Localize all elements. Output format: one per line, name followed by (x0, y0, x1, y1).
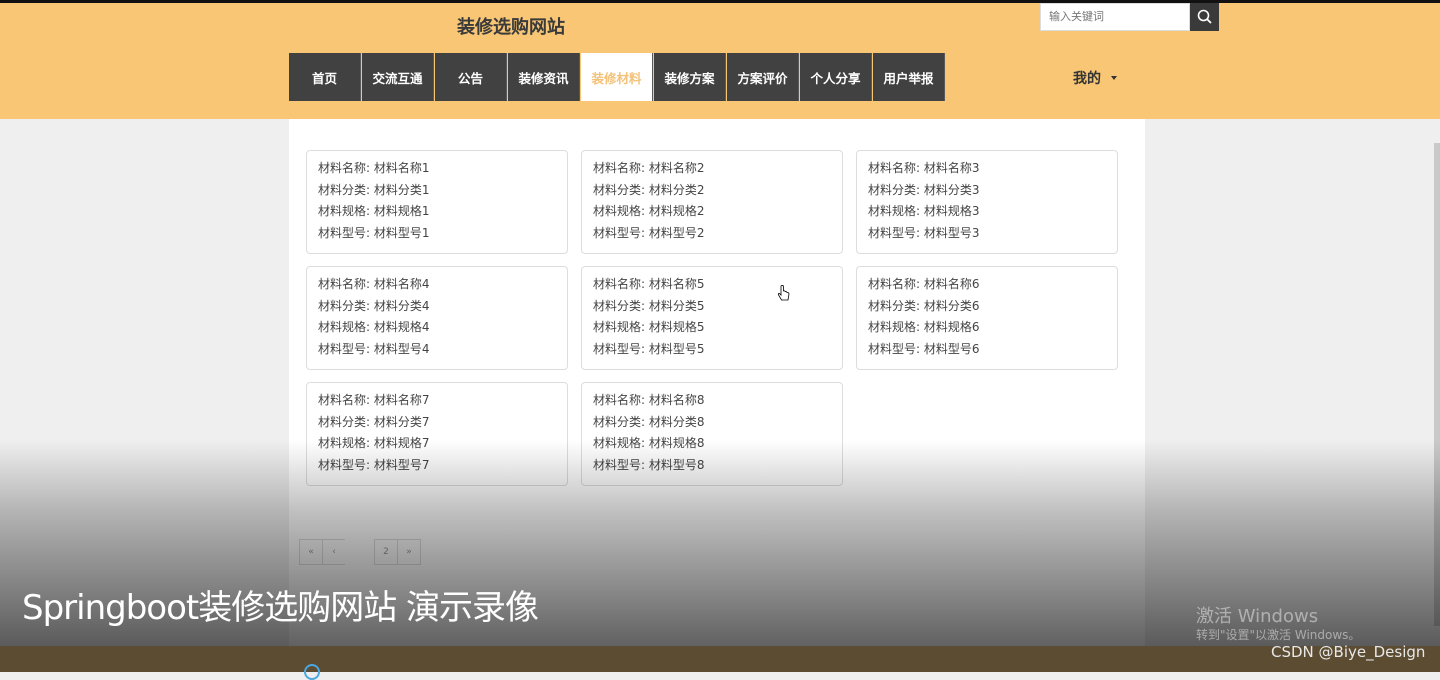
material-card[interactable]: 材料名称: 材料名称3 材料分类: 材料分类3 材料规格: 材料规格3 材料型号… (856, 150, 1118, 254)
material-spec: 材料规格: 材料规格6 (868, 320, 980, 335)
nav-item-home[interactable]: 首页 (289, 53, 361, 101)
page-number-button[interactable]: 2 (374, 539, 398, 565)
material-spec: 材料规格: 材料规格8 (593, 436, 705, 451)
material-name: 材料名称: 材料名称7 (318, 393, 430, 407)
material-category: 材料分类: 材料分类6 (868, 298, 980, 313)
material-card[interactable]: 材料名称: 材料名称6 材料分类: 材料分类6 材料规格: 材料规格6 材料型号… (856, 266, 1118, 370)
credit-watermark: CSDN @Biye_Design (1271, 643, 1426, 661)
nav-item-forum[interactable]: 交流互通 (362, 53, 434, 101)
material-category: 材料分类: 材料分类4 (318, 298, 430, 313)
material-name: 材料名称: 材料名称2 (593, 161, 705, 175)
pagination-gap (345, 539, 375, 565)
prev-page-button[interactable]: ‹ (322, 539, 346, 565)
first-page-button[interactable]: « (299, 539, 323, 565)
windows-activation-title: 激活 Windows (1196, 606, 1319, 627)
material-category: 材料分类: 材料分类8 (593, 414, 705, 429)
material-model: 材料型号: 材料型号3 (868, 226, 980, 241)
material-spec: 材料规格: 材料规格1 (318, 204, 430, 219)
my-account-menu[interactable]: 我的 (1073, 68, 1117, 88)
next-page-button[interactable]: » (397, 539, 421, 565)
scrollbar[interactable] (1434, 143, 1440, 626)
video-title: Springboot装修选购网站 演示录像 (22, 588, 539, 628)
nav-item-news[interactable]: 装修资讯 (508, 53, 580, 101)
my-account-label: 我的 (1073, 71, 1101, 87)
pagination: « ‹ 2 » (299, 539, 421, 565)
material-spec: 材料规格: 材料规格5 (593, 320, 705, 335)
material-name: 材料名称: 材料名称8 (593, 393, 705, 407)
material-model: 材料型号: 材料型号5 (593, 342, 705, 357)
nav-item-sharing[interactable]: 个人分享 (800, 53, 872, 101)
material-card[interactable]: 材料名称: 材料名称4 材料分类: 材料分类4 材料规格: 材料规格4 材料型号… (306, 266, 568, 370)
material-card[interactable]: 材料名称: 材料名称5 材料分类: 材料分类5 材料规格: 材料规格5 材料型号… (581, 266, 843, 370)
material-card[interactable]: 材料名称: 材料名称2 材料分类: 材料分类2 材料规格: 材料规格2 材料型号… (581, 150, 843, 254)
material-model: 材料型号: 材料型号6 (868, 342, 980, 357)
material-name: 材料名称: 材料名称6 (868, 277, 980, 291)
material-model: 材料型号: 材料型号1 (318, 226, 430, 241)
windows-activation-hint: 转到"设置"以激活 Windows。 (1196, 628, 1361, 642)
nav-item-plan-reviews[interactable]: 方案评价 (727, 53, 799, 101)
material-name: 材料名称: 材料名称3 (868, 161, 980, 175)
material-spec: 材料规格: 材料规格2 (593, 204, 705, 219)
nav-item-notice[interactable]: 公告 (435, 53, 507, 101)
material-category: 材料分类: 材料分类7 (318, 414, 430, 429)
nav-item-plans[interactable]: 装修方案 (654, 53, 726, 101)
main-nav: 首页 交流互通 公告 装修资讯 装修材料 装修方案 方案评价 个人分享 用户举报 (289, 53, 945, 101)
search-button[interactable] (1190, 3, 1219, 31)
hand-pointer-icon (777, 285, 791, 307)
material-name: 材料名称: 材料名称1 (318, 161, 430, 175)
material-model: 材料型号: 材料型号8 (593, 458, 705, 473)
nav-item-materials[interactable]: 装修材料 (581, 53, 653, 101)
material-model: 材料型号: 材料型号4 (318, 342, 430, 357)
nav-item-reports[interactable]: 用户举报 (873, 53, 945, 101)
material-category: 材料分类: 材料分类2 (593, 182, 705, 197)
search-icon (1197, 9, 1212, 24)
material-name: 材料名称: 材料名称4 (318, 277, 430, 291)
caret-down-icon (1111, 76, 1117, 80)
material-category: 材料分类: 材料分类1 (318, 182, 430, 197)
material-card[interactable]: 材料名称: 材料名称1 材料分类: 材料分类1 材料规格: 材料规格1 材料型号… (306, 150, 568, 254)
material-category: 材料分类: 材料分类3 (868, 182, 980, 197)
material-model: 材料型号: 材料型号2 (593, 226, 705, 241)
material-category: 材料分类: 材料分类5 (593, 298, 705, 313)
material-model: 材料型号: 材料型号7 (318, 458, 430, 473)
site-title: 装修选购网站 (457, 17, 565, 38)
material-spec: 材料规格: 材料规格3 (868, 204, 980, 219)
header: 装修选购网站 首页 交流互通 公告 装修资讯 装修材料 装修方案 方案评价 个人… (0, 3, 1440, 119)
search-input[interactable] (1040, 3, 1190, 31)
loading-circle-icon (304, 664, 320, 680)
material-name: 材料名称: 材料名称5 (593, 277, 705, 291)
bottom-bar (0, 646, 1440, 672)
material-card[interactable]: 材料名称: 材料名称8 材料分类: 材料分类8 材料规格: 材料规格8 材料型号… (581, 382, 843, 486)
material-spec: 材料规格: 材料规格7 (318, 436, 430, 451)
material-card[interactable]: 材料名称: 材料名称7 材料分类: 材料分类7 材料规格: 材料规格7 材料型号… (306, 382, 568, 486)
material-spec: 材料规格: 材料规格4 (318, 320, 430, 335)
